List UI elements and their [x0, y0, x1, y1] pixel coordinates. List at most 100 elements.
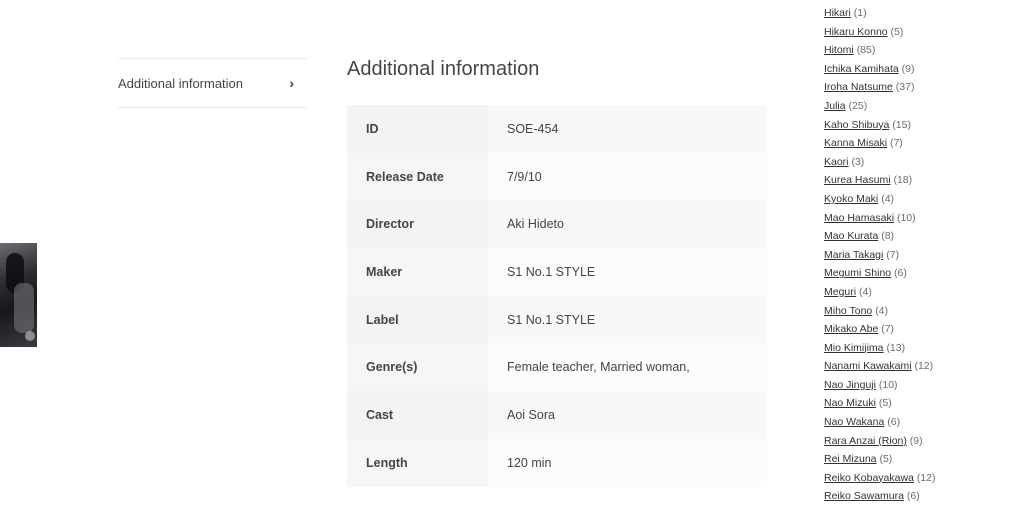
attribute-label: Length	[347, 438, 488, 487]
cast-link[interactable]: Mikako Abe	[824, 323, 878, 335]
table-row: Release Date 7/9/10	[347, 152, 767, 201]
cast-link[interactable]: Megumi Shino	[824, 267, 891, 279]
cast-link[interactable]: Miho Tono	[824, 305, 872, 317]
cast-count: (3)	[851, 155, 865, 168]
attribute-label: Maker	[347, 248, 488, 296]
cast-link[interactable]: Kyoko Maki	[824, 193, 878, 205]
list-item: Kurea Hasumi (18)	[824, 171, 936, 190]
cast-count: (15)	[892, 118, 911, 131]
table-row: Director Aki Hideto	[347, 200, 767, 249]
cast-link[interactable]: Hikari	[824, 7, 851, 19]
thumbnail-shape	[14, 283, 34, 333]
table-row: Genre(s) Female teacher, Married woman,	[347, 343, 767, 392]
cast-link[interactable]: Julia	[824, 100, 846, 112]
list-item: Reiko Kobayakawa (12)	[824, 469, 936, 488]
cast-count: (18)	[893, 174, 913, 187]
table-row: Maker S1 No.1 STYLE	[347, 248, 767, 296]
table-row: Cast Aoi Sora	[347, 391, 767, 439]
list-item: Nanami Kawakami (12)	[824, 357, 936, 376]
chevron-right-icon: ›	[289, 75, 294, 91]
attribute-value: S1 No.1 STYLE	[488, 248, 767, 296]
cast-link[interactable]: Rara Anzai (Rion)	[824, 435, 907, 447]
attribute-label: Genre(s)	[347, 343, 488, 392]
cast-link[interactable]: Nao Wakana	[824, 416, 884, 428]
cast-link[interactable]: Hitomi	[824, 44, 854, 56]
section-title: Additional information	[347, 58, 540, 80]
attribute-value: Aki Hideto	[488, 200, 767, 249]
cast-count: (9)	[909, 434, 923, 447]
product-tabs: Additional information ›	[118, 58, 308, 108]
cast-link[interactable]: Kaho Shibuya	[824, 119, 889, 131]
list-item: Hikaru Konno (5)	[824, 23, 936, 42]
cast-link[interactable]: Reiko Sawamura	[824, 490, 904, 502]
attribute-label: Label	[347, 295, 488, 344]
cast-count: (85)	[856, 44, 876, 57]
cast-link[interactable]: Reiko Kobayakawa	[824, 472, 914, 484]
cast-link[interactable]: Mao Hamasaki	[824, 212, 894, 224]
list-item: Maria Takagi (7)	[824, 246, 936, 265]
attribute-value: SOE-454	[488, 105, 767, 153]
cast-count: (4)	[859, 285, 872, 298]
cast-count: (5)	[879, 453, 893, 466]
list-item: Kyoko Maki (4)	[824, 190, 936, 209]
cast-count: (6)	[906, 490, 920, 503]
cast-link[interactable]: Meguri	[824, 286, 856, 298]
cast-count: (12)	[916, 471, 936, 484]
list-item: Rei Mizuna (5)	[824, 450, 936, 469]
cast-count: (6)	[887, 416, 901, 429]
attribute-value: Female teacher, Married woman,	[488, 343, 767, 392]
list-item: Nao Mizuki (5)	[824, 394, 936, 413]
cast-count: (6)	[894, 267, 907, 280]
attribute-value: 7/9/10	[488, 152, 767, 201]
cast-count: (7)	[881, 323, 895, 336]
table-row: ID SOE-454	[347, 105, 767, 153]
cast-list: Hikari (1) Hikaru Konno (5) Hitomi (85) …	[824, 4, 936, 506]
list-item: Megumi Shino (6)	[824, 264, 936, 283]
table-row: Label S1 No.1 STYLE	[347, 295, 767, 344]
cast-count: (8)	[881, 230, 895, 243]
list-item: Kaho Shibuya (15)	[824, 116, 936, 135]
cast-link[interactable]: Rei Mizuna	[824, 453, 877, 465]
attribute-value: Aoi Sora	[488, 391, 767, 439]
cast-link[interactable]: Kurea Hasumi	[824, 174, 891, 186]
product-thumbnail[interactable]	[0, 243, 37, 347]
table-row: Length 120 min	[347, 438, 767, 487]
cast-link[interactable]: Nanami Kawakami	[824, 360, 912, 372]
cast-count: (4)	[875, 304, 889, 317]
list-item: Reiko Sawamura (6)	[824, 487, 936, 506]
list-item: Miho Tono (4)	[824, 302, 936, 321]
list-item: Julia (25)	[824, 97, 936, 116]
list-item: Nao Wakana (6)	[824, 413, 936, 432]
cast-link[interactable]: Nao Jinguji	[824, 379, 876, 391]
cast-link[interactable]: Kaori	[824, 156, 849, 168]
cast-count: (5)	[890, 25, 904, 38]
additional-information-table: ID SOE-454 Release Date 7/9/10 Director …	[347, 105, 767, 487]
attribute-label: ID	[347, 105, 488, 153]
list-item: Hitomi (85)	[824, 41, 936, 60]
attribute-value: S1 No.1 STYLE	[488, 295, 767, 344]
cast-count: (7)	[889, 137, 903, 150]
cast-link[interactable]: Ichika Kamihata	[824, 63, 899, 75]
list-item: Rara Anzai (Rion) (9)	[824, 432, 936, 451]
list-item: Kanna Misaki (7)	[824, 134, 936, 153]
thumbnail-mark	[25, 331, 35, 341]
cast-count: (13)	[886, 341, 906, 354]
attribute-value: 120 min	[488, 438, 767, 487]
cast-count: (37)	[895, 81, 915, 94]
tab-additional-information[interactable]: Additional information ›	[118, 59, 308, 108]
cast-link[interactable]: Iroha Natsume	[824, 81, 893, 93]
list-item: Ichika Kamihata (9)	[824, 60, 936, 79]
cast-count: (9)	[901, 62, 915, 75]
cast-link[interactable]: Maria Takagi	[824, 249, 883, 261]
cast-link[interactable]: Nao Mizuki	[824, 397, 876, 409]
cast-link[interactable]: Mio Kimijima	[824, 342, 884, 354]
attribute-label: Cast	[347, 391, 488, 439]
list-item: Meguri (4)	[824, 283, 936, 302]
cast-link[interactable]: Mao Kurata	[824, 230, 878, 242]
cast-link[interactable]: Kanna Misaki	[824, 137, 887, 149]
cast-count: (25)	[848, 99, 868, 112]
cast-count: (10)	[878, 378, 898, 391]
list-item: Mikako Abe (7)	[824, 320, 936, 339]
cast-link[interactable]: Hikaru Konno	[824, 26, 888, 38]
attribute-label: Director	[347, 200, 488, 249]
